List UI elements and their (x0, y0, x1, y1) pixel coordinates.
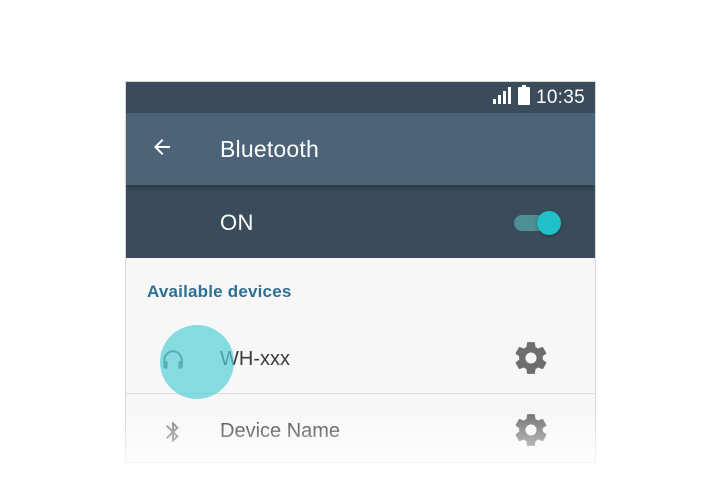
bluetooth-master-switch-row[interactable]: ON (126, 185, 595, 258)
bluetooth-toggle[interactable] (514, 211, 564, 235)
status-time: 10:35 (535, 86, 585, 108)
gear-icon (512, 339, 550, 382)
available-devices-header: Available devices (147, 282, 292, 301)
phone-screen: 10:35 Bluetooth ON Available devices WH-… (126, 82, 595, 462)
status-icons: 10:35 (492, 82, 585, 113)
device-settings-button[interactable] (509, 412, 553, 452)
back-button[interactable] (146, 133, 178, 165)
status-bar: 10:35 (126, 82, 595, 113)
page-title: Bluetooth (220, 136, 319, 162)
toggle-thumb (537, 211, 561, 235)
device-row-device-name[interactable]: Device Name (126, 396, 595, 462)
arrow-back-icon (150, 135, 174, 164)
battery-icon (517, 85, 530, 110)
gear-icon (512, 411, 550, 454)
device-settings-button[interactable] (509, 340, 553, 380)
touch-ripple (160, 325, 234, 399)
signal-icon (492, 86, 512, 109)
device-name: Device Name (220, 420, 341, 442)
bluetooth-icon (159, 418, 187, 446)
app-toolbar: Bluetooth (126, 113, 595, 185)
switch-state-label: ON (220, 210, 254, 235)
